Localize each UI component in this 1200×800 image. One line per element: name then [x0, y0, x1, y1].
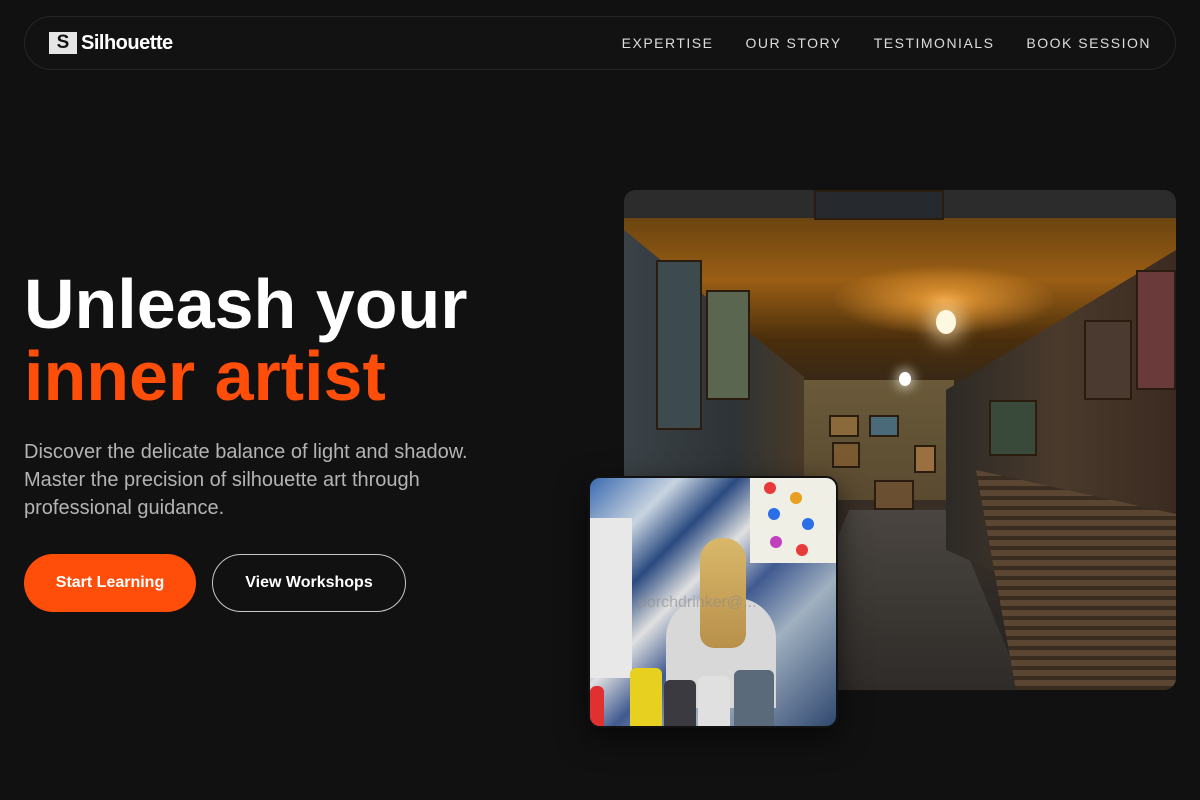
painting-frame [832, 442, 860, 468]
photo-watermark: porchdrinker@... [638, 594, 757, 611]
paint-jar [698, 676, 730, 726]
ceiling-lamp [936, 310, 956, 334]
painting-frame [914, 445, 936, 473]
nav-link-testimonials[interactable]: TESTIMONIALS [874, 35, 995, 51]
hero-headline-line2: inner artist [24, 337, 386, 415]
photo-detail [700, 538, 746, 648]
logo[interactable]: S Silhouette [49, 32, 173, 55]
painting-frame [874, 480, 914, 510]
painting-frame [829, 415, 859, 437]
hero-headline: Unleash your inner artist [24, 268, 544, 412]
paint-dot [790, 492, 802, 504]
hero-subtitle: Discover the delicate balance of light a… [24, 441, 468, 519]
painting-frame [814, 190, 944, 220]
paint-jar [664, 680, 696, 726]
hero-buttons: Start Learning View Workshops [24, 554, 544, 612]
paint-dot [768, 508, 780, 520]
nav-link-book-session[interactable]: BOOK SESSION [1026, 35, 1151, 51]
photo-detail [750, 478, 836, 563]
photo-detail [590, 518, 632, 678]
paint-dot [802, 518, 814, 530]
nav-links: EXPERTISE OUR STORY TESTIMONIALS BOOK SE… [622, 35, 1151, 51]
paint-jar [630, 668, 662, 726]
painting-frame [1084, 320, 1132, 400]
ceiling-lamp [899, 372, 911, 386]
paint-dot [796, 544, 808, 556]
painting-frame [706, 290, 750, 400]
painting-frame [1136, 270, 1176, 390]
logo-text: Silhouette [81, 31, 173, 54]
painting-frame [656, 260, 702, 430]
paint-dot [764, 482, 776, 494]
painting-frame [869, 415, 899, 437]
logo-mark: S [49, 32, 77, 54]
paint-jar [590, 686, 604, 726]
nav-link-our-story[interactable]: OUR STORY [745, 35, 841, 51]
nav-link-expertise[interactable]: EXPERTISE [622, 35, 714, 51]
top-navigation-bar: S Silhouette EXPERTISE OUR STORY TESTIMO… [24, 16, 1176, 70]
hero-section: Unleash your inner artist Discover the d… [24, 268, 544, 612]
hero-headline-line1: Unleash your [24, 265, 468, 343]
paint-jar [734, 670, 774, 726]
child-painting-photo: porchdrinker@... [588, 476, 838, 728]
painting-frame [989, 400, 1037, 456]
view-workshops-button[interactable]: View Workshops [212, 554, 406, 612]
paint-dot [770, 536, 782, 548]
start-learning-button[interactable]: Start Learning [24, 554, 196, 612]
